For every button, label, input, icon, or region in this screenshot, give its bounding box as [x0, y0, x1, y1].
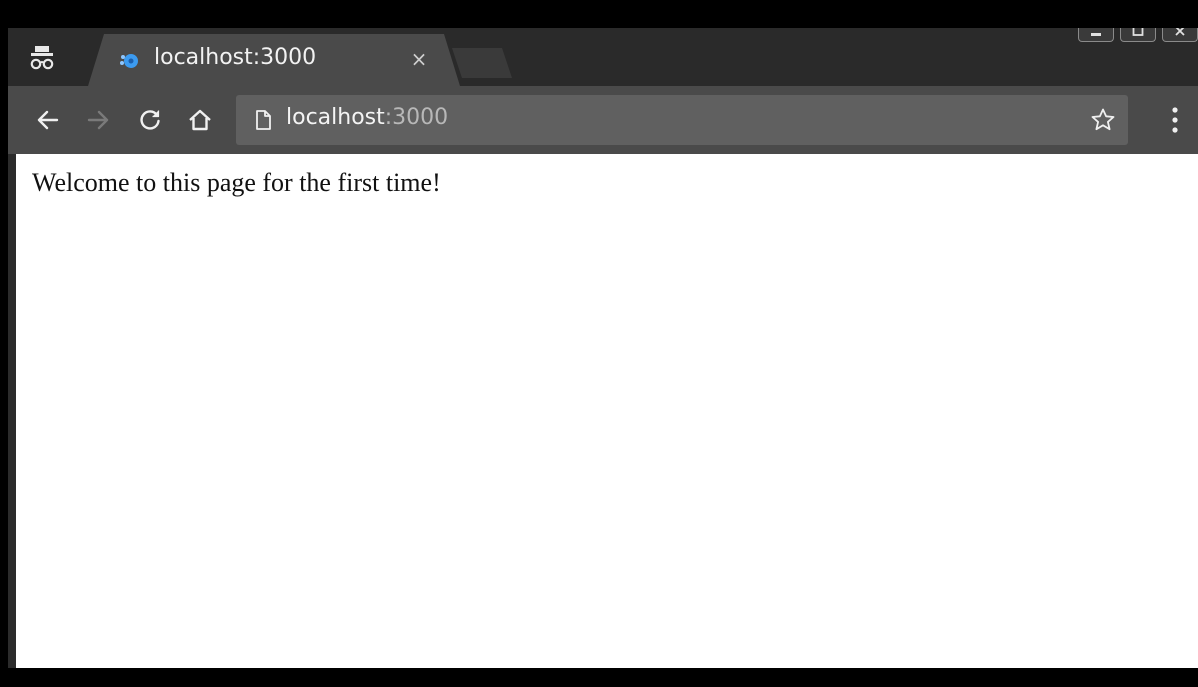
window-controls	[1078, 28, 1198, 42]
reload-icon[interactable]	[134, 104, 166, 136]
browser-window: localhost:3000 × localhost:3000 Welcome …	[8, 28, 1198, 668]
tab-strip: localhost:3000 ×	[8, 28, 1198, 86]
back-arrow-icon[interactable]	[32, 104, 64, 136]
maximize-button[interactable]	[1120, 28, 1156, 42]
page-icon	[252, 108, 274, 132]
welcome-text: Welcome to this page for the first time!	[32, 168, 441, 197]
favicon-icon	[118, 49, 142, 73]
page-content: Welcome to this page for the first time!	[16, 154, 1198, 668]
menu-dots-icon[interactable]	[1160, 102, 1190, 138]
new-tab-button[interactable]	[452, 48, 512, 78]
url-port: :3000	[384, 105, 449, 130]
forward-arrow-icon[interactable]	[82, 104, 114, 136]
url-host: localhost	[286, 105, 385, 130]
tab-localhost[interactable]: localhost:3000 ×	[88, 34, 460, 86]
close-window-button[interactable]	[1162, 28, 1198, 42]
home-icon[interactable]	[184, 104, 216, 136]
toolbar: localhost:3000	[8, 86, 1198, 154]
address-bar[interactable]: localhost:3000	[236, 95, 1128, 145]
star-icon[interactable]	[1088, 105, 1118, 135]
url-text: localhost:3000	[286, 105, 448, 130]
tab-title: localhost:3000	[154, 45, 317, 70]
incognito-icon	[24, 40, 60, 76]
tab-close-icon[interactable]: ×	[406, 46, 432, 72]
minimize-button[interactable]	[1078, 28, 1114, 42]
